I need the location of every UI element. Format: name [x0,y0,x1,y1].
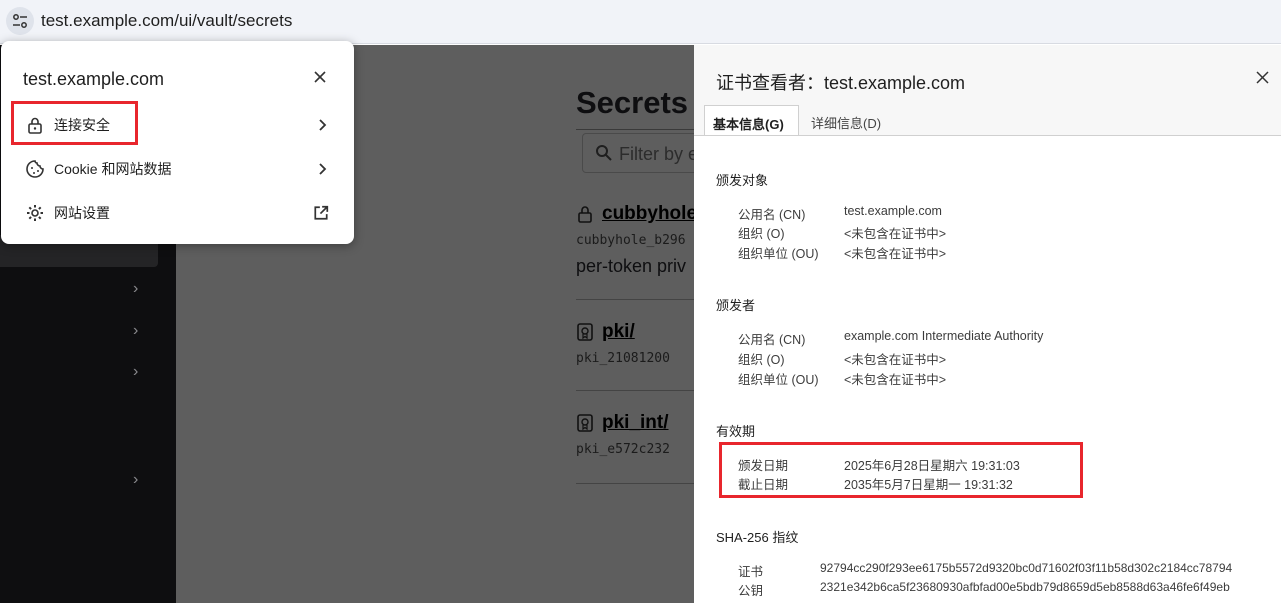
engine-path: pki_21081200 [576,351,670,366]
divider [576,483,696,484]
search-icon [596,145,612,161]
cert-general-panel: 颁发对象 公用名 (CN) test.example.com 组织 (O) <未… [694,136,1281,603]
chevron-right-icon [319,119,327,131]
tab-general[interactable]: 基本信息(G) [704,105,799,136]
secret-engine-item[interactable]: pki/ pki_21081200 [576,321,670,366]
engine-link[interactable]: pki_int/ [576,412,670,434]
field-key: 公用名 (CN) [738,208,806,222]
cookie-icon [26,160,44,178]
page-title: Secrets [576,85,689,120]
field-value: <未包含在证书中> [844,373,947,387]
certificate-viewer: 证书查看者：test.example.com 基本信息(G) 详细信息(D) 颁… [694,45,1281,603]
issued-by-heading: 颁发者 [716,298,756,313]
engine-link[interactable]: cubbyhole [576,203,697,225]
issued-to-heading: 颁发对象 [716,173,769,188]
menu-item-label: Cookie 和网站数据 [54,161,172,177]
secret-engine-item[interactable]: cubbyhole cubbyhole_b296 per-token priv [576,203,697,277]
chevron-right-icon[interactable]: › [133,472,147,488]
tune-icon [13,14,27,28]
menu-item-label: 网站设置 [54,205,110,221]
engine-path: cubbyhole_b296 [576,233,686,248]
close-icon[interactable] [1256,71,1269,84]
field-key: 证书 [738,565,764,579]
site-info-button[interactable] [6,7,34,35]
validity-heading: 有效期 [716,424,756,439]
engine-description: per-token priv [576,256,687,276]
field-value: 2321e342b6ca5f23680930afbfad00e5bdb79d86… [820,580,1230,594]
engine-path: pki_e572c232 [576,442,670,457]
divider [576,129,696,130]
engine-name[interactable]: pki/ [602,321,635,343]
chevron-right-icon [319,163,327,175]
field-value: 92794cc290f293ee6175b5572d9320bc0d71602f… [820,561,1233,575]
divider [576,390,696,391]
certificate-icon [577,323,593,341]
cert-viewer-title: 证书查看者：test.example.com [716,73,966,93]
field-key: 公用名 (CN) [738,333,806,347]
site-settings-item[interactable]: 网站设置 [13,193,343,233]
field-value: example.com Intermediate Authority [844,329,1044,343]
field-key: 组织 (O) [738,353,785,367]
engine-link[interactable]: pki/ [576,321,670,343]
engine-name[interactable]: pki_int/ [602,412,669,434]
url-text[interactable]: test.example.com/ui/vault/secrets [41,11,292,31]
highlight-box [11,101,138,145]
chevron-right-icon[interactable]: › [133,281,147,297]
address-bar: test.example.com/ui/vault/secrets [0,0,1281,44]
field-key: 公钥 [738,584,764,598]
tab-details[interactable]: 详细信息(D) [803,105,893,136]
secret-engine-item[interactable]: pki_int/ pki_e572c232 [576,412,670,457]
field-value: <未包含在证书中> [844,247,947,261]
field-key: 组织单位 (OU) [738,373,819,387]
cookie-site-data-item[interactable]: Cookie 和网站数据 [13,149,343,189]
field-value: <未包含在证书中> [844,353,947,367]
field-key: 组织 (O) [738,227,785,241]
highlight-box [719,442,1083,498]
gear-icon [27,205,43,221]
popup-domain: test.example.com [23,69,165,89]
divider [576,299,696,300]
fingerprint-heading: SHA-256 指纹 [716,530,799,545]
field-value: <未包含在证书中> [844,227,947,241]
chevron-right-icon[interactable]: › [133,323,147,339]
chevron-right-icon[interactable]: › [133,364,147,380]
open-external-icon [314,205,329,220]
filter-placeholder: Filter by e [619,144,699,164]
lock-icon [578,206,592,223]
close-icon[interactable] [313,70,327,84]
certificate-icon [577,414,593,432]
engine-name[interactable]: cubbyhole [602,203,697,225]
field-value: test.example.com [844,204,942,218]
field-key: 组织单位 (OU) [738,247,819,261]
